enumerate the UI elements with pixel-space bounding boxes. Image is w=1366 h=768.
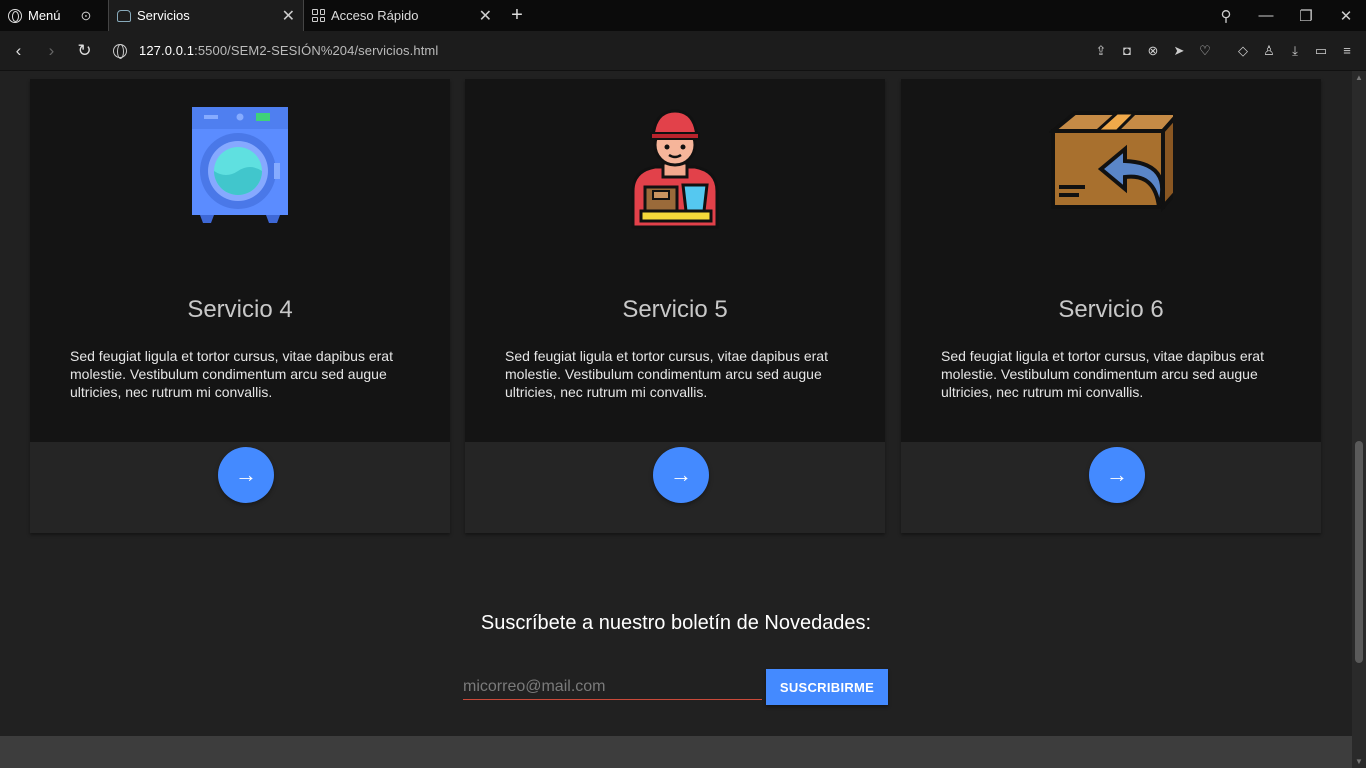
- browser-menu-label: Menú: [28, 8, 61, 23]
- service-description: Sed feugiat ligula et tortor cursus, vit…: [70, 348, 393, 400]
- scrollbar[interactable]: ▲ ▼: [1352, 71, 1366, 768]
- address-bar: ‹ › ↻ 127.0.0.1:5500/SEM2-SESIÓN%204/ser…: [0, 31, 1366, 71]
- url-path: :5500/SEM2-SESIÓN%204/servicios.html: [194, 43, 439, 58]
- browser-menu-button[interactable]: Menú ⊙: [0, 0, 108, 31]
- camera-icon[interactable]: ◘: [1114, 43, 1140, 58]
- window-controls: ⚲ — ❐ ✕: [1206, 0, 1366, 31]
- subscribe-button[interactable]: SUSCRIBIRME: [766, 669, 888, 705]
- cloud-favicon-icon: [117, 9, 131, 22]
- page-content: Servicio 4 Sed feugiat ligula et tortor …: [0, 71, 1352, 768]
- close-window-icon[interactable]: ✕: [1326, 7, 1366, 25]
- return-box-icon: [901, 107, 1321, 231]
- service-card-body: Servicio 4 Sed feugiat ligula et tortor …: [30, 79, 450, 442]
- footer: [0, 736, 1352, 768]
- restore-icon[interactable]: ❐: [1286, 7, 1326, 25]
- download-icon[interactable]: ⤓: [1282, 43, 1308, 59]
- adblock-icon[interactable]: ⊗: [1140, 43, 1166, 59]
- scroll-down-icon[interactable]: ▼: [1355, 757, 1363, 766]
- gamepad-icon[interactable]: ⊙: [81, 8, 92, 24]
- service-more-button[interactable]: →: [218, 447, 274, 503]
- washing-machine-icon: [30, 107, 450, 231]
- tab-label: Acceso Rápido: [331, 8, 419, 23]
- share-icon[interactable]: ⇪: [1088, 43, 1114, 59]
- delivery-person-icon: [465, 107, 885, 231]
- search-icon[interactable]: ⚲: [1206, 7, 1246, 25]
- service-card-5: Servicio 5 Sed feugiat ligula et tortor …: [465, 79, 885, 533]
- opera-logo-icon: [8, 8, 22, 23]
- battery-icon[interactable]: ▭: [1308, 43, 1334, 59]
- back-icon[interactable]: ‹: [2, 41, 35, 61]
- service-card-body: Servicio 5 Sed feugiat ligula et tortor …: [465, 79, 885, 442]
- cube-icon[interactable]: ◇: [1230, 43, 1256, 59]
- tab-bar: Menú ⊙ Servicios ✕ Acceso Rápido ✕ + ⚲ —…: [0, 0, 1366, 31]
- minimize-icon[interactable]: —: [1246, 7, 1286, 24]
- close-tab-icon[interactable]: ✕: [479, 6, 492, 26]
- service-description: Sed feugiat ligula et tortor cursus, vit…: [941, 348, 1264, 400]
- url-field[interactable]: 127.0.0.1:5500/SEM2-SESIÓN%204/servicios…: [139, 43, 438, 58]
- tab-label: Servicios: [137, 8, 190, 23]
- service-more-button[interactable]: →: [1089, 447, 1145, 503]
- service-more-button[interactable]: →: [653, 447, 709, 503]
- url-host: 127.0.0.1: [139, 43, 195, 58]
- heart-icon[interactable]: ♡: [1192, 43, 1218, 59]
- service-title: Servicio 6: [1058, 296, 1164, 323]
- service-card-body: Servicio 6 Sed feugiat ligula et tortor …: [901, 79, 1321, 442]
- scrollbar-thumb[interactable]: [1355, 441, 1363, 663]
- service-card-4: Servicio 4 Sed feugiat ligula et tortor …: [30, 79, 450, 533]
- scroll-up-icon[interactable]: ▲: [1355, 73, 1363, 82]
- close-tab-icon[interactable]: ✕: [282, 6, 295, 26]
- service-description: Sed feugiat ligula et tortor cursus, vit…: [505, 348, 828, 400]
- service-card-6: Servicio 6 Sed feugiat ligula et tortor …: [901, 79, 1321, 533]
- new-tab-button[interactable]: +: [500, 0, 534, 31]
- easy-setup-icon[interactable]: ≡: [1334, 43, 1360, 58]
- address-tools: ⇪ ◘ ⊗ ➤ ♡ ◇ ♙ ⤓ ▭ ≡: [1088, 43, 1360, 59]
- service-title: Servicio 4: [187, 296, 293, 323]
- reload-icon[interactable]: ↻: [68, 41, 101, 61]
- send-icon[interactable]: ➤: [1166, 43, 1192, 59]
- email-field[interactable]: [463, 674, 762, 700]
- tab-servicios[interactable]: Servicios ✕: [108, 0, 304, 31]
- tab-acceso-rapido[interactable]: Acceso Rápido ✕: [304, 0, 500, 31]
- profile-icon[interactable]: ♙: [1256, 43, 1282, 59]
- globe-icon: [113, 43, 127, 59]
- newsletter-title: Suscríbete a nuestro boletín de Novedade…: [480, 612, 872, 634]
- forward-icon[interactable]: ›: [35, 41, 68, 61]
- service-title: Servicio 5: [622, 296, 728, 323]
- grid-favicon-icon: [312, 9, 325, 22]
